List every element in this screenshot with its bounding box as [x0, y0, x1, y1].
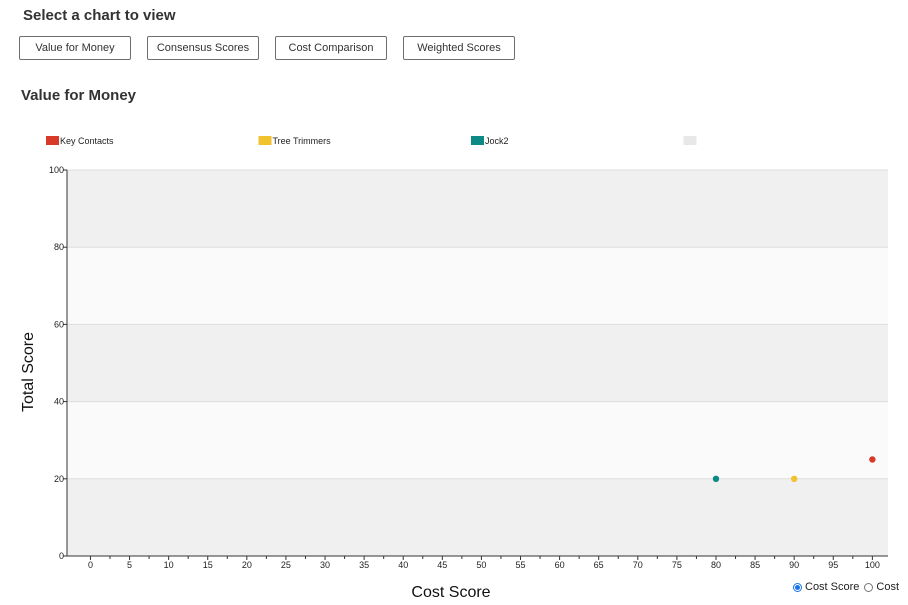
x-tick-label: 95: [828, 560, 838, 570]
plot-band: [67, 324, 888, 402]
legend-label: Jock2: [485, 136, 509, 146]
data-point[interactable]: [790, 475, 798, 482]
y-tick-label: 80: [54, 242, 64, 252]
legend-swatch: [258, 136, 272, 145]
legend-swatch: [471, 136, 484, 145]
legend: Key Contacts Tree Trimmers Jock2: [46, 136, 697, 146]
plot-band: [67, 478, 888, 556]
x-tick-label: 70: [633, 560, 643, 570]
plot-bands: [67, 169, 888, 557]
x-tick-label: 85: [750, 560, 760, 570]
y-tick-label: 100: [49, 165, 64, 175]
x-tick-label: 40: [398, 560, 408, 570]
data-point[interactable]: [869, 456, 876, 463]
x-tick-label: 45: [437, 560, 447, 570]
x-axis-label: Cost Score: [411, 584, 490, 601]
x-tick-label: 65: [594, 560, 604, 570]
x-tick-label: 35: [359, 560, 369, 570]
score-type-toggle: Cost Score Cost: [793, 581, 904, 593]
y-axis-label: Total Score: [20, 332, 37, 412]
scatter-chart: Key Contacts Tree Trimmers Jock2 0 20 40 60 80…: [20, 136, 888, 601]
plot-band: [67, 401, 888, 479]
plot-band: [67, 247, 888, 325]
x-tick-label: 55: [515, 560, 525, 570]
x-tick-label: 30: [320, 560, 330, 570]
y-tick-label: 0: [59, 551, 64, 561]
legend-label: Key Contacts: [60, 136, 114, 146]
x-tick-label: 90: [789, 560, 799, 570]
x-tick-label: 20: [242, 560, 252, 570]
cost-radio-label: Cost: [876, 581, 900, 593]
x-tick-label: 60: [555, 560, 565, 570]
x-tick-label: 15: [203, 560, 213, 570]
data-point[interactable]: [712, 475, 720, 482]
legend-swatch: [683, 136, 697, 145]
cost-radio[interactable]: [864, 582, 874, 592]
x-tick-label: 5: [127, 560, 132, 570]
x-tick-label: 80: [711, 560, 721, 570]
x-tick-label: 50: [476, 560, 486, 570]
x-tick-label: 10: [164, 560, 174, 570]
y-tick-label: 60: [54, 319, 64, 329]
x-tick-label: 75: [672, 560, 682, 570]
cost-score-radio-label: Cost Score: [805, 581, 860, 593]
cost-score-radio[interactable]: [793, 582, 802, 592]
x-tick-label: 25: [281, 560, 291, 570]
legend-swatch: [46, 136, 59, 145]
plot-band: [67, 170, 888, 248]
legend-label: Tree Trimmers: [273, 136, 332, 146]
y-tick-label: 20: [54, 474, 64, 484]
y-tick-label: 40: [54, 397, 64, 407]
x-tick-label: 0: [88, 560, 93, 570]
x-tick-label: 100: [865, 560, 880, 570]
